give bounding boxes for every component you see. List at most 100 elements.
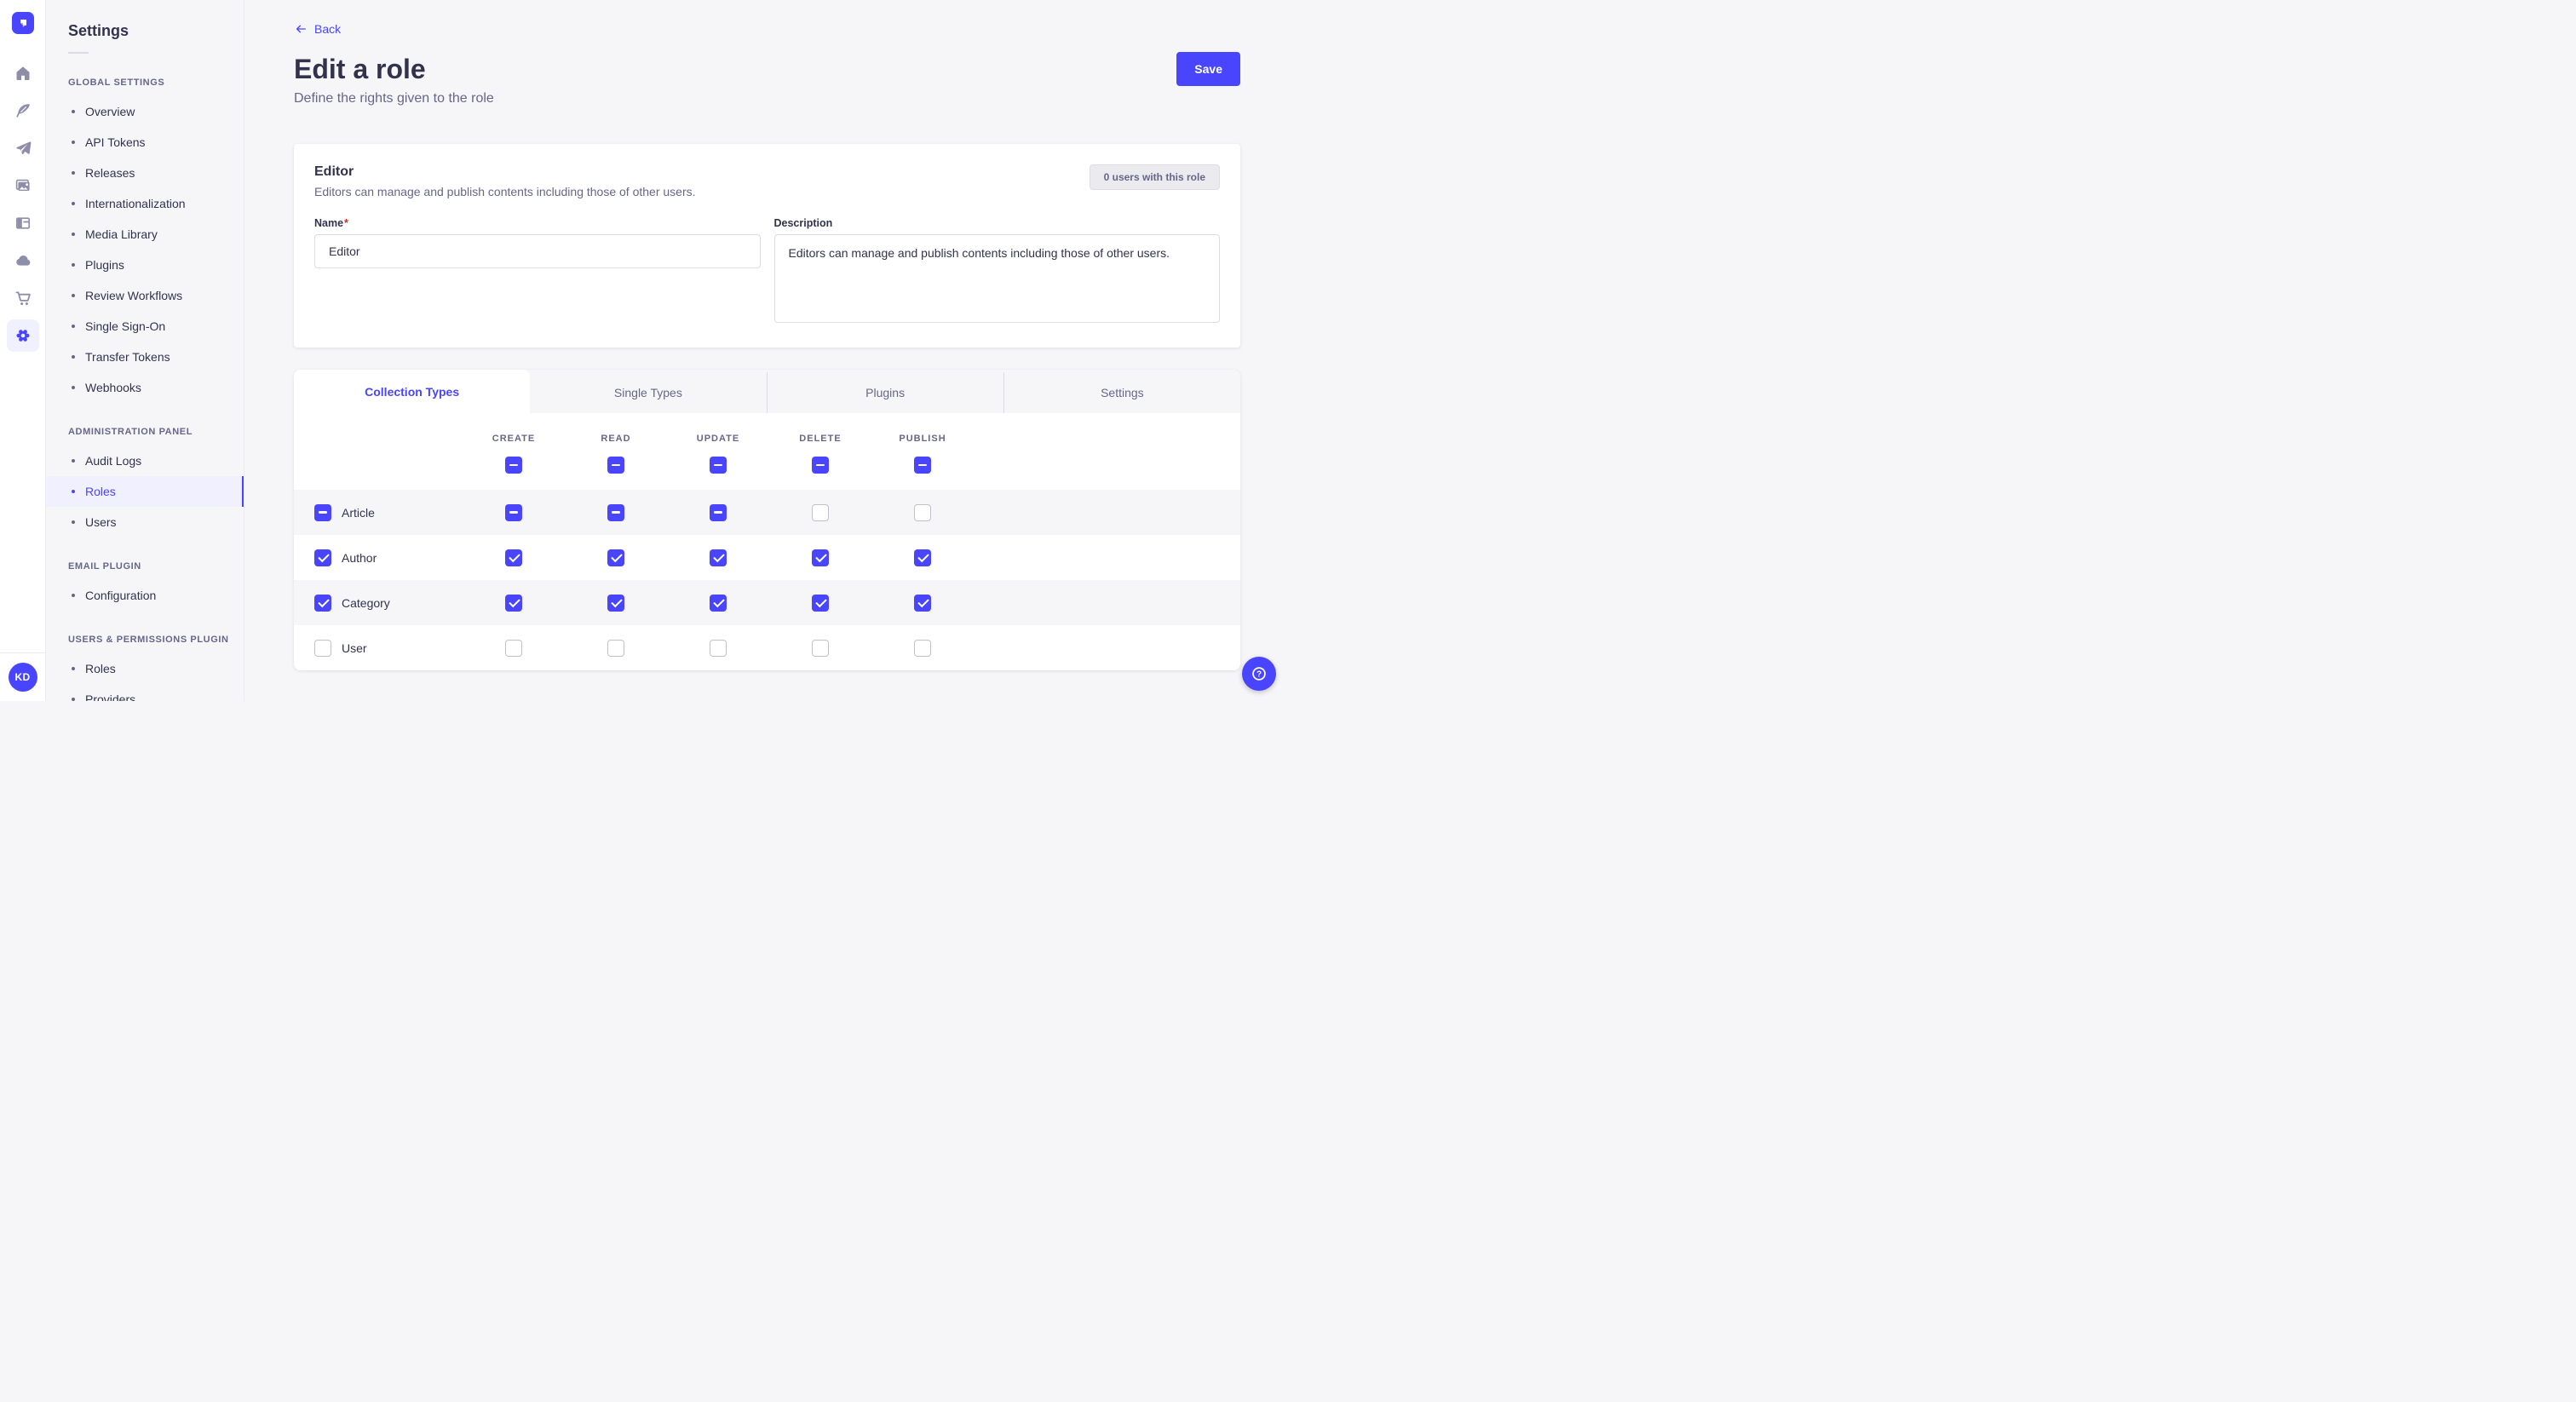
permissions-rows: Article Author <box>294 490 1240 670</box>
section-label-email-plugin: EMAIL PLUGIN <box>46 561 244 572</box>
user-avatar[interactable]: KD <box>9 663 37 692</box>
category-create-checkbox[interactable] <box>505 595 522 612</box>
category-publish-checkbox[interactable] <box>914 595 931 612</box>
permissions-tabs: Collection Types Single Types Plugins Se… <box>294 370 1240 413</box>
bullet-icon <box>72 355 75 359</box>
select-all-update-checkbox[interactable] <box>710 457 727 474</box>
select-all-delete-checkbox[interactable] <box>812 457 829 474</box>
row-checkbox-article[interactable] <box>314 504 331 521</box>
subnav-item-review-workflows[interactable]: Review Workflows <box>46 280 244 311</box>
row-checkbox-user[interactable] <box>314 640 331 657</box>
select-all-publish-checkbox[interactable] <box>914 457 931 474</box>
question-mark-icon: ? <box>1250 664 1268 683</box>
role-name-heading: Editor <box>314 164 696 180</box>
subnav-item-api-tokens[interactable]: API Tokens <box>46 127 244 158</box>
author-update-checkbox[interactable] <box>710 549 727 566</box>
user-read-checkbox[interactable] <box>607 640 624 657</box>
rail-bottom-section: KD <box>0 652 45 701</box>
subnav-item-overview[interactable]: Overview <box>46 96 244 127</box>
article-publish-checkbox[interactable] <box>914 504 931 521</box>
users-count-badge[interactable]: 0 users with this role <box>1090 164 1220 190</box>
subnav-item-single-sign-on[interactable]: Single Sign-On <box>46 311 244 342</box>
tab-settings[interactable]: Settings <box>1003 372 1240 413</box>
main-nav-rail: KD <box>0 0 46 701</box>
bullet-icon <box>72 294 75 297</box>
column-header-publish: PUBLISH <box>899 434 946 444</box>
subnav-item-providers[interactable]: Providers <box>46 684 244 701</box>
help-button[interactable]: ? <box>1242 657 1276 691</box>
bullet-icon <box>72 325 75 328</box>
tab-single-types[interactable]: Single Types <box>530 372 766 413</box>
strapi-logo[interactable] <box>0 0 46 46</box>
tab-label: Plugins <box>865 386 905 399</box>
subnav-item-releases[interactable]: Releases <box>46 158 244 188</box>
subnav-item-configuration[interactable]: Configuration <box>46 580 244 611</box>
permission-row-article: Article <box>294 490 1240 535</box>
author-publish-checkbox[interactable] <box>914 549 931 566</box>
column-header-create: CREATE <box>492 434 535 444</box>
author-delete-checkbox[interactable] <box>812 549 829 566</box>
bullet-icon <box>72 698 75 701</box>
subnav-item-media-library[interactable]: Media Library <box>46 219 244 250</box>
section-label-administration-panel: ADMINISTRATION PANEL <box>46 427 244 437</box>
permission-row-author: Author <box>294 535 1240 580</box>
role-description-textarea[interactable]: Editors can manage and publish contents … <box>774 234 1221 323</box>
article-delete-checkbox[interactable] <box>812 504 829 521</box>
subnav-item-users[interactable]: Users <box>46 507 244 537</box>
article-read-checkbox[interactable] <box>607 504 624 521</box>
author-create-checkbox[interactable] <box>505 549 522 566</box>
nav-marketplace[interactable] <box>0 279 46 317</box>
svg-text:?: ? <box>1256 670 1262 680</box>
article-update-checkbox[interactable] <box>710 504 727 521</box>
back-link[interactable]: Back <box>294 22 341 36</box>
user-publish-checkbox[interactable] <box>914 640 931 657</box>
select-all-create-checkbox[interactable] <box>505 457 522 474</box>
bullet-icon <box>72 594 75 597</box>
column-header-delete: DELETE <box>799 434 841 444</box>
user-create-checkbox[interactable] <box>505 640 522 657</box>
select-all-read-checkbox[interactable] <box>607 457 624 474</box>
nav-home[interactable] <box>0 55 46 92</box>
gear-icon <box>7 319 39 352</box>
nav-content-manager[interactable] <box>0 204 46 242</box>
bullet-icon <box>72 386 75 389</box>
subnav-item-webhooks[interactable]: Webhooks <box>46 372 244 403</box>
user-delete-checkbox[interactable] <box>812 640 829 657</box>
user-update-checkbox[interactable] <box>710 640 727 657</box>
subnav-item-roles-up[interactable]: Roles <box>46 653 244 684</box>
author-read-checkbox[interactable] <box>607 549 624 566</box>
bullet-icon <box>72 233 75 236</box>
bullet-icon <box>72 459 75 463</box>
category-update-checkbox[interactable] <box>710 595 727 612</box>
article-create-checkbox[interactable] <box>505 504 522 521</box>
save-button[interactable]: Save <box>1176 52 1240 86</box>
bullet-icon <box>72 202 75 205</box>
nav-releases[interactable] <box>0 129 46 167</box>
column-header-read: READ <box>601 434 630 444</box>
nav-media-library[interactable] <box>0 167 46 204</box>
main-nav-items <box>0 55 45 354</box>
row-label-category: Category <box>342 596 390 610</box>
tab-label: Single Types <box>614 386 682 399</box>
nav-settings[interactable] <box>0 317 46 354</box>
app-root: KD Settings GLOBAL SETTINGS Overview API… <box>0 0 1288 701</box>
row-checkbox-author[interactable] <box>314 549 331 566</box>
subnav-item-internationalization[interactable]: Internationalization <box>46 188 244 219</box>
row-checkbox-category[interactable] <box>314 595 331 612</box>
subnav-item-plugins[interactable]: Plugins <box>46 250 244 280</box>
permission-row-category: Category <box>294 580 1240 625</box>
role-name-input[interactable] <box>314 234 761 268</box>
tab-plugins[interactable]: Plugins <box>767 372 1003 413</box>
cart-icon <box>7 282 39 314</box>
strapi-logo-icon <box>12 12 34 34</box>
category-delete-checkbox[interactable] <box>812 595 829 612</box>
category-read-checkbox[interactable] <box>607 595 624 612</box>
nav-content-type-builder[interactable] <box>0 92 46 129</box>
subnav-item-transfer-tokens[interactable]: Transfer Tokens <box>46 342 244 372</box>
nav-cloud[interactable] <box>0 242 46 279</box>
section-label-global-settings: GLOBAL SETTINGS <box>46 78 244 88</box>
back-label: Back <box>314 22 341 36</box>
subnav-item-audit-logs[interactable]: Audit Logs <box>46 445 244 476</box>
subnav-item-roles-admin[interactable]: Roles <box>46 476 244 507</box>
tab-collection-types[interactable]: Collection Types <box>294 370 530 413</box>
